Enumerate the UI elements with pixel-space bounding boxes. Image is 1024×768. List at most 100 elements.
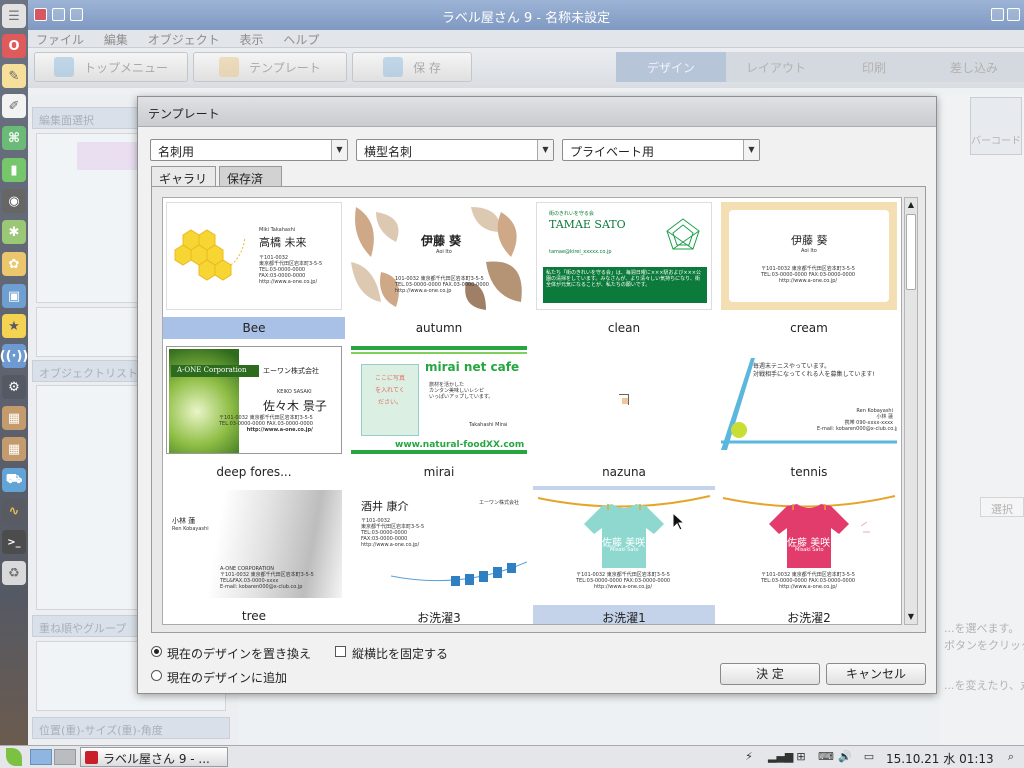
card-preview: 酒井 康介 エーワン株式会社 〒101-0032 東京都千代田区岩本町3-5-5… — [351, 490, 527, 598]
card-romaji: Ren Kobayashi — [172, 526, 209, 532]
template-clean[interactable]: 街のきれいを守る会 TAMAE SATO tamae@kirei_xxxxx.c… — [533, 198, 717, 340]
card-line: http://www.a-one.co.jp/ — [361, 542, 420, 548]
card-romaji: KEIKO SASAKI — [277, 389, 312, 395]
card-preview: 伊藤 葵 Aoi Ito 101-0032 東京都千代田区岩本町3-5-5 TE… — [351, 202, 527, 310]
template-name: tennis — [790, 465, 828, 479]
card-preview: A-ONE Corporation エーワン株式会社 KEIKO SASAKI … — [166, 346, 342, 454]
template-name: mirai — [423, 465, 455, 479]
cancel-button[interactable]: キャンセル — [826, 663, 926, 685]
template-laundry-1[interactable]: 佐藤 美咲 Misaki Sato 〒101-0032 東京都千代田区岩本町3-… — [533, 486, 717, 624]
tshirt-pink-icon — [722, 495, 896, 568]
add-label: 現在のデザインに追加 — [167, 671, 288, 685]
template-tennis[interactable]: 毎週末テニスやっています。 対戦相手になってくれる人を募集しています! Ren … — [718, 342, 901, 484]
card-message-2: 対戦相手になってくれる人を募集しています! — [753, 371, 875, 378]
card-line: http://www.a-one.co.jp/ — [259, 279, 318, 285]
type-dropdown[interactable]: 横型名刺 ▼ — [356, 139, 554, 161]
category-value: 名刺用 — [158, 145, 195, 159]
card-email: tamae@kirei_xxxxx.co.jp — [549, 249, 612, 255]
card-romaji: Misaki Sato — [795, 547, 824, 553]
taskbar-app-button[interactable]: ラベル屋さん 9 - ... — [80, 747, 228, 767]
template-name: autumn — [415, 321, 463, 335]
ok-button[interactable]: 決 定 — [720, 663, 820, 685]
template-name: お洗濯1 — [533, 605, 715, 624]
keyboard-icon[interactable]: ⌨ — [818, 750, 834, 764]
card-line: http://www.a-one.co.jp — [395, 288, 452, 294]
usage-value: プライベート用 — [570, 145, 655, 159]
card-preview: 小林 蓮 Ren Kobayashi A-ONE CORPORATION 〒10… — [166, 490, 342, 598]
clipboard-icon[interactable]: ▭ — [862, 750, 876, 764]
type-value: 横型名刺 — [364, 145, 413, 159]
card-title: mirai net cafe — [425, 360, 520, 374]
network-tray-icon[interactable]: ⊞ — [794, 750, 808, 764]
dialog-title: テンプレート — [138, 97, 936, 127]
template-name: Bee — [163, 317, 345, 339]
search-icon[interactable]: ⌕ — [1004, 750, 1018, 764]
scroll-thumb[interactable] — [906, 214, 916, 290]
template-mirai[interactable]: mirai net cafe ここに写真を入れてください。 旅材を活かした カン… — [348, 342, 532, 484]
card-romaji: Aoi Ito — [801, 248, 817, 254]
signal-icon[interactable]: ▂▄▆ — [768, 750, 793, 764]
tab-saved[interactable]: 保存済み — [219, 166, 282, 203]
card-sign: Takahashi Mirai — [469, 422, 508, 428]
mouse-cursor-icon — [672, 512, 686, 531]
card-preview: 佐藤 美咲 Misaki Sato 〒101-0032 東京都千代田区岩本町3-… — [721, 490, 897, 598]
card-name: 佐々木 景子 — [263, 399, 327, 413]
workspace-1[interactable] — [30, 749, 52, 765]
card-name: 伊藤 葵 — [421, 234, 462, 248]
card-name: 高橋 未来 — [259, 236, 307, 249]
template-dialog: テンプレート 名刺用 ▼ 横型名刺 ▼ プライベート用 ▼ ギャラリー 保存済み — [137, 96, 937, 694]
template-name: cream — [790, 321, 828, 335]
gallery-scrollbar[interactable]: ▲ ▼ — [904, 197, 918, 625]
photo-placeholder: ここに写真を入れてください。 — [361, 364, 419, 436]
volume-icon[interactable]: 🔊 — [838, 750, 852, 764]
workspace-2[interactable] — [54, 749, 76, 765]
template-bee[interactable]: Miki Takahashi 高橋 未来 〒101-0032 東京都千代田区岩本… — [163, 198, 347, 340]
chevron-down-icon: ▼ — [331, 140, 347, 160]
template-cream[interactable]: 伊藤 葵 Aoi Ito 〒101-0032 東京都千代田区岩本町3-5-5 T… — [718, 198, 901, 340]
taskbar: ラベル屋さん 9 - ... ⚡ ▂▄▆ ⊞ ⌨ 🔊 ▭ 15.10.21 水 … — [0, 745, 1024, 768]
scroll-down-icon[interactable]: ▼ — [905, 610, 917, 624]
template-deep-forest[interactable]: A-ONE Corporation エーワン株式会社 KEIKO SASAKI … — [163, 342, 347, 484]
card-line: http://www.a-one.co.jp/ — [593, 584, 653, 590]
card-romaji: Misaki Sato — [610, 547, 639, 553]
template-name: お洗濯2 — [787, 611, 831, 625]
start-leaf-icon[interactable] — [6, 748, 22, 766]
card-message-1: 毎週末テニスやっています。 — [753, 363, 831, 370]
card-name: 酒井 康介 — [361, 500, 409, 513]
battery-icon[interactable]: ⚡ — [742, 750, 756, 764]
taskbar-app-label: ラベル屋さん 9 - ... — [103, 752, 210, 766]
template-autumn[interactable]: 伊藤 葵 Aoi Ito 101-0032 東京都千代田区岩本町3-5-5 TE… — [348, 198, 532, 340]
card-line: E-mail: kobaren000@x-club.co.jp — [817, 426, 897, 432]
card-line: http://www.a-one.co.jp/ — [246, 427, 313, 433]
honeycomb-icon — [174, 229, 246, 281]
card-company: エーワン株式会社 — [479, 500, 520, 506]
app-logo-icon — [85, 751, 98, 764]
card-org: 街のきれいを守る会 — [549, 211, 594, 217]
add-radio[interactable] — [151, 670, 162, 681]
template-laundry-2[interactable]: 佐藤 美咲 Misaki Sato 〒101-0032 東京都千代田区岩本町3-… — [718, 486, 901, 625]
card-name: TAMAE SATO — [549, 218, 626, 231]
card-line: E-mail: kobaren000@x-club.co.jp — [220, 584, 303, 590]
scroll-up-icon[interactable]: ▲ — [905, 198, 917, 212]
template-name: clean — [607, 321, 641, 335]
lock-ratio-checkbox[interactable] — [335, 646, 346, 657]
card-preview: mirai net cafe ここに写真を入れてください。 旅材を活かした カン… — [351, 346, 527, 454]
card-name: 伊藤 葵 — [791, 234, 828, 247]
template-tree[interactable]: 小林 蓮 Ren Kobayashi A-ONE CORPORATION 〒10… — [163, 486, 347, 624]
loading-thumbnail-icon — [619, 394, 629, 405]
card-company-jp: エーワン株式会社 — [263, 367, 319, 375]
template-name: deep fores... — [216, 465, 292, 479]
lock-ratio-label: 縦横比を固定する — [352, 647, 449, 661]
template-name: nazuna — [602, 465, 646, 479]
category-dropdown[interactable]: 名刺用 ▼ — [150, 139, 348, 161]
usage-dropdown[interactable]: プライベート用 ▼ — [562, 139, 760, 161]
card-name: 小林 蓮 — [172, 517, 196, 525]
clock[interactable]: 15.10.21 水 01:13 — [886, 750, 994, 767]
replace-radio[interactable] — [151, 646, 162, 657]
tab-gallery[interactable]: ギャラリー — [151, 166, 216, 203]
template-nazuna[interactable]: nazuna — [533, 342, 717, 484]
template-laundry-3[interactable]: 酒井 康介 エーワン株式会社 〒101-0032 東京都千代田区岩本町3-5-5… — [348, 486, 532, 624]
template-name: tree — [241, 609, 267, 623]
card-line: http://www.a-one.co.jp/ — [778, 278, 838, 284]
card-preview — [536, 346, 712, 454]
